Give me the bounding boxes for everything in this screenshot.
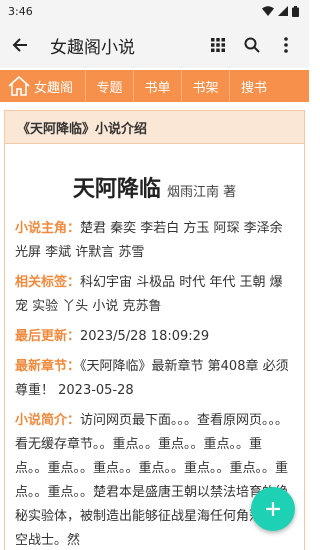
nav-item-search-books[interactable]: 搜书	[230, 70, 278, 102]
home-icon	[8, 76, 30, 96]
book-title-row: 天阿降临 烟雨江南 著	[5, 171, 304, 203]
nav-item-bookshelf[interactable]: 书架	[182, 70, 230, 102]
arrow-left-icon	[12, 38, 27, 52]
search-icon	[244, 37, 260, 53]
search-button[interactable]	[235, 22, 269, 68]
nav-item-booklist[interactable]: 书单	[134, 70, 182, 102]
status-time: 3:46	[8, 4, 33, 18]
tags-label: 相关标签：	[15, 275, 81, 290]
add-fab-button[interactable]	[251, 487, 295, 531]
back-button[interactable]	[0, 22, 40, 68]
book-author: 烟雨江南 著	[166, 185, 237, 200]
book-intro-card: 《天阿降临》小说介绍 天阿降临 烟雨江南 著 小说主角：楚君 秦奕 李若白 方玉 …	[4, 110, 305, 550]
latest-chapter-label: 最新章节：	[15, 359, 81, 374]
nav-home-label: 女趣阁	[34, 80, 74, 96]
more-vertical-icon	[284, 37, 288, 53]
grid-icon	[211, 38, 225, 52]
updated-label: 最后更新：	[15, 329, 81, 344]
app-actions	[201, 22, 309, 68]
intro-row: 小说简介：访问网页最下面。。。查看原网页。。。看无缓存章节。。重点。。重点。。重…	[15, 409, 294, 550]
card-header: 《天阿降临》小说介绍	[5, 111, 304, 144]
wifi-icon	[262, 6, 274, 16]
book-title: 天阿降临	[72, 177, 161, 202]
nav-home[interactable]: 女趣阁	[0, 70, 86, 102]
updated-row: 最后更新：2023/5/28 18:09:29	[15, 325, 294, 349]
protagonist-row: 小说主角：楚君 秦奕 李若白 方玉 阿琛 李泽余 光屏 李斌 许默言 苏雪	[15, 217, 294, 265]
grid-button[interactable]	[201, 22, 235, 68]
app-bar: 女趣阁小说	[0, 22, 309, 68]
plus-icon	[266, 502, 280, 516]
nav-bar: 女趣阁 专题 书单 书架 搜书	[0, 70, 309, 102]
updated-value: 2023/5/28 18:09:29	[80, 329, 210, 344]
signal-icon	[278, 6, 288, 16]
intro-label: 小说简介：	[15, 413, 81, 428]
battery-icon	[292, 5, 299, 17]
intro-value: 访问网页最下面。。。查看原网页。。。看无缓存章节。。重点。。重点。。重点。。重点…	[15, 413, 289, 548]
app-title: 女趣阁小说	[50, 37, 135, 58]
status-icons	[262, 5, 299, 17]
tags-row: 相关标签：科幻宇宙 斗极品 时代 年代 王朝 爆宠 实验 丫头 小说 克苏鲁	[15, 271, 294, 319]
protagonist-label: 小说主角：	[15, 221, 81, 236]
nav-item-topics[interactable]: 专题	[86, 70, 134, 102]
status-bar: 3:46	[0, 0, 309, 22]
more-button[interactable]	[269, 22, 303, 68]
latest-chapter-row: 最新章节：《天阿降临》最新章节 第408章 必须尊重！ 2023-05-28	[15, 355, 294, 403]
